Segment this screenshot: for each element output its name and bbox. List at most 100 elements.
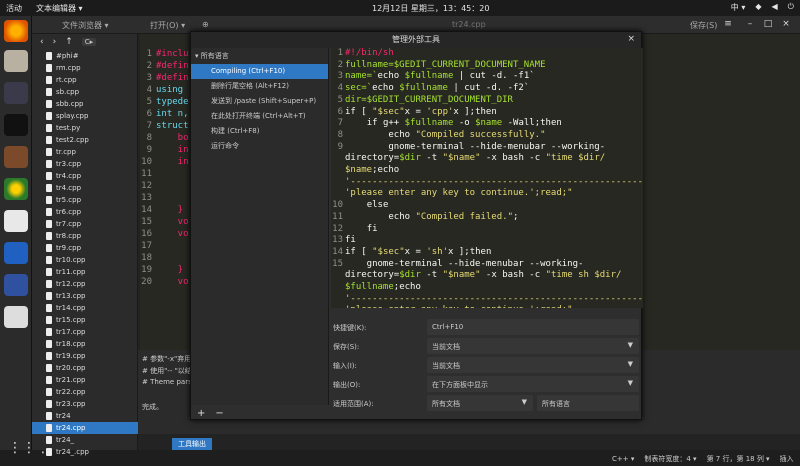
maximize-icon[interactable]: □ — [762, 18, 774, 30]
code-line[interactable]: 3 #defin — [140, 72, 189, 84]
new-tab-icon[interactable]: ⊕ — [202, 20, 209, 29]
tool-item[interactable]: 删除行尾空格 (Alt+F12) — [191, 79, 328, 94]
tool-item[interactable]: 运行命令 — [191, 139, 328, 154]
open-button[interactable]: 打开(O) ▾ — [150, 20, 185, 31]
file-item[interactable]: splay.cpp — [32, 110, 138, 122]
file-item[interactable]: tr12.cpp — [32, 278, 138, 290]
code-line[interactable]: 4 using — [140, 84, 189, 96]
language-selector[interactable]: C++ ▾ — [612, 455, 634, 463]
add-tool-button[interactable]: + — [197, 408, 205, 419]
language-select[interactable]: 所有语言 — [537, 395, 639, 411]
tool-item[interactable]: Compiling (Ctrl+F10) — [191, 64, 328, 79]
file-item[interactable]: rm.cpp — [32, 62, 138, 74]
tools-group-heading[interactable]: ▾ 所有语言 — [191, 48, 328, 64]
system-monitor-icon[interactable] — [4, 82, 28, 104]
code-line[interactable]: 2 #defin — [140, 60, 189, 72]
tool-item[interactable]: 在此处打开终端 (Ctrl+Alt+T) — [191, 109, 328, 124]
tool-output-tab[interactable]: 工具输出 — [172, 438, 212, 450]
text-editor-icon[interactable] — [4, 210, 28, 232]
tool-item[interactable]: 构建 (Ctrl+F8) — [191, 124, 328, 139]
code-line[interactable]: 18 — [140, 252, 189, 264]
close-icon[interactable]: × — [780, 18, 792, 30]
file-item[interactable]: tr11.cpp — [32, 266, 138, 278]
files-icon[interactable] — [4, 50, 28, 72]
file-item[interactable]: tr24_ — [32, 434, 138, 446]
file-item[interactable]: sbb.cpp — [32, 98, 138, 110]
file-item[interactable]: tr10.cpp — [32, 254, 138, 266]
file-item[interactable]: test.py — [32, 122, 138, 134]
file-browser-selector[interactable]: 文件浏览器 ▾ — [62, 20, 109, 31]
file-item[interactable]: tr9.cpp — [32, 242, 138, 254]
firefox-icon[interactable] — [4, 20, 28, 42]
file-item[interactable]: tr15.cpp — [32, 314, 138, 326]
tools-icon[interactable] — [4, 146, 28, 168]
code-line[interactable]: 6 int n, — [140, 108, 189, 120]
calculator-icon[interactable] — [4, 306, 28, 328]
shortcut-field[interactable]: Ctrl+F10 — [427, 319, 639, 335]
file-item[interactable]: tr22.cpp — [32, 386, 138, 398]
file-item[interactable]: tr17.cpp — [32, 326, 138, 338]
file-item[interactable]: tr24 — [32, 410, 138, 422]
code-line[interactable]: 7 struct — [140, 120, 189, 132]
app-menu[interactable]: 文本编辑器 ▾ — [36, 3, 83, 14]
clock[interactable]: 12月12日 星期三，13：45：20 — [372, 3, 489, 14]
input-select[interactable]: 当前文档 ▼ — [427, 357, 639, 373]
code-line[interactable]: 20 vo — [140, 276, 188, 288]
code-line[interactable]: 17 — [140, 240, 189, 252]
activities-button[interactable]: 活动 — [6, 3, 22, 14]
code-line[interactable]: 12 — [140, 180, 189, 192]
save-button[interactable]: 保存(S) — [690, 20, 717, 31]
code-line[interactable]: 1 #inclu — [140, 48, 189, 60]
devcpp-icon[interactable] — [4, 274, 28, 296]
file-item[interactable]: tr6.cpp — [32, 206, 138, 218]
input-method-indicator[interactable]: 中 ▾ — [731, 2, 746, 13]
volume-icon[interactable]: ◀ — [772, 2, 778, 13]
codeblocks-icon[interactable] — [4, 178, 28, 200]
file-item[interactable]: tr.cpp — [32, 146, 138, 158]
apply-select[interactable]: 所有文档 ▼ — [427, 395, 533, 411]
code-line[interactable]: 19 } — [140, 264, 189, 276]
code-line[interactable]: 9 in — [140, 144, 189, 156]
file-item[interactable]: #phi# — [32, 50, 138, 62]
code-view[interactable]: 1 #inclu 2 #defin 3 #defin 4 using 5 typede 6 int … — [140, 48, 189, 288]
waveform-icon[interactable] — [4, 242, 28, 264]
file-item[interactable]: tr7.cpp — [32, 218, 138, 230]
forward-icon[interactable]: › — [53, 37, 57, 47]
file-item[interactable]: test2.cpp — [32, 134, 138, 146]
file-item[interactable]: tr14.cpp — [32, 302, 138, 314]
code-line[interactable]: 8 bo — [140, 132, 189, 144]
cursor-position[interactable]: 第 7 行，第 18 列 ▾ — [707, 454, 770, 464]
file-item[interactable]: tr24_.cpp — [32, 446, 138, 458]
tab-width-selector[interactable]: 制表符宽度：4 ▾ — [644, 454, 696, 464]
code-line[interactable]: 13 — [140, 192, 189, 204]
code-line[interactable]: 16 vo — [140, 228, 188, 240]
output-select[interactable]: 在下方面板中显示 ▼ — [427, 376, 639, 392]
location-button[interactable]: C▸ — [81, 38, 97, 46]
code-line[interactable]: 14 } — [140, 204, 189, 216]
network-icon[interactable]: ◆ — [755, 2, 761, 13]
tool-command-editor[interactable]: 1 #!/bin/sh 2 fullname=$GEDIT_CURRENT_DOCU… — [331, 48, 643, 308]
system-tray[interactable]: 中 ▾ ◆ ◀ ⏻ — [731, 2, 794, 13]
tool-item[interactable]: 发送到 /paste (Shift+Super+P) — [191, 94, 328, 109]
file-item[interactable]: tr24.cpp — [32, 422, 138, 434]
file-item[interactable]: tr18.cpp — [32, 338, 138, 350]
file-item[interactable]: tr23.cpp — [32, 398, 138, 410]
code-line[interactable]: 15 vo — [140, 216, 188, 228]
file-item[interactable]: tr19.cpp — [32, 350, 138, 362]
file-item[interactable]: tr4.cpp — [32, 182, 138, 194]
file-item[interactable]: tr5.cpp — [32, 194, 138, 206]
file-item[interactable]: tr3.cpp — [32, 158, 138, 170]
file-item[interactable]: tr21.cpp — [32, 374, 138, 386]
dialog-close-icon[interactable]: × — [627, 34, 635, 44]
back-icon[interactable]: ‹ — [40, 37, 44, 47]
code-line[interactable]: 5 typede — [140, 96, 189, 108]
file-item[interactable]: tr8.cpp — [32, 230, 138, 242]
file-item[interactable]: tr20.cpp — [32, 362, 138, 374]
up-icon[interactable]: ↑ — [65, 37, 73, 47]
file-item[interactable]: tr4.cpp — [32, 170, 138, 182]
file-item[interactable]: tr13.cpp — [32, 290, 138, 302]
file-item[interactable]: sb.cpp — [32, 86, 138, 98]
code-line[interactable]: 10 in — [140, 156, 188, 168]
power-icon[interactable]: ⏻ — [788, 2, 794, 13]
save-select[interactable]: 当前文档 ▼ — [427, 338, 639, 354]
